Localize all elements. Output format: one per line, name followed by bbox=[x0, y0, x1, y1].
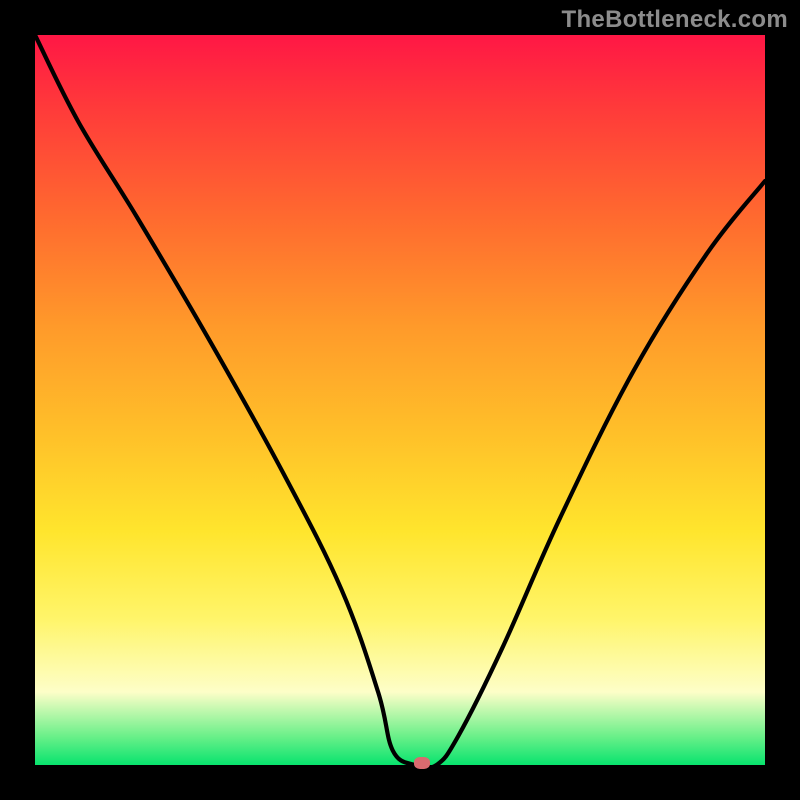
minimum-marker bbox=[414, 757, 430, 769]
bottleneck-curve bbox=[35, 35, 765, 765]
plot-area bbox=[35, 35, 765, 765]
watermark-text: TheBottleneck.com bbox=[562, 6, 788, 34]
chart-container: TheBottleneck.com bbox=[0, 0, 800, 800]
